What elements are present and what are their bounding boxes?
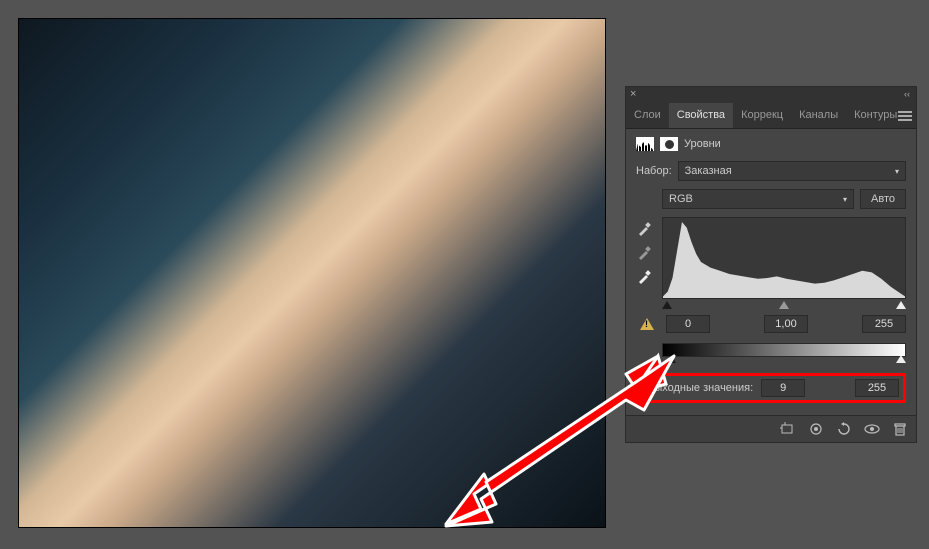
panel-menu-icon[interactable] [898, 109, 912, 121]
close-icon[interactable]: × [630, 88, 636, 100]
preset-value: Заказная [685, 165, 732, 177]
levels-icon [636, 137, 654, 151]
clip-to-layer-icon[interactable] [780, 422, 796, 436]
input-black-slider[interactable] [662, 301, 672, 309]
input-black-field[interactable]: 0 [666, 315, 710, 333]
input-values-row: 0 1,00 255 [640, 315, 906, 333]
trash-icon[interactable] [892, 422, 908, 436]
tab-layers[interactable]: Слои [626, 103, 669, 128]
preset-select[interactable]: Заказная ▾ [678, 161, 906, 181]
chevron-down-icon: ▾ [843, 195, 847, 204]
tab-channels[interactable]: Каналы [791, 103, 846, 128]
output-white-slider[interactable] [896, 355, 906, 363]
preset-label: Набор: [636, 165, 672, 177]
eyedropper-group [636, 217, 656, 299]
view-previous-icon[interactable] [808, 422, 824, 436]
channel-select[interactable]: RGB ▾ [662, 189, 854, 209]
adjustment-type-label: Уровни [684, 138, 721, 150]
visibility-icon[interactable] [864, 422, 880, 436]
tab-paths[interactable]: Контуры [846, 103, 905, 128]
panel-body: Уровни Набор: Заказная ▾ RGB ▾ Авто [626, 129, 916, 415]
channel-value: RGB [669, 193, 693, 205]
output-black-slider[interactable] [666, 355, 676, 363]
output-label: Выходные значения: [647, 382, 753, 394]
eyedropper-black-icon[interactable] [636, 221, 652, 237]
eyedropper-white-icon[interactable] [636, 269, 652, 285]
eyedropper-gray-icon[interactable] [636, 245, 652, 261]
panel-footer [626, 415, 916, 442]
output-gradient[interactable] [662, 343, 906, 357]
panel-tabs: Слои Свойства Коррекц Каналы Контуры [626, 103, 916, 129]
chevron-down-icon: ▾ [895, 167, 899, 176]
collapse-icon[interactable]: ‹‹ [904, 89, 910, 99]
input-gamma-slider[interactable] [779, 301, 789, 309]
canvas-area[interactable] [18, 18, 606, 528]
preset-row: Набор: Заказная ▾ [636, 161, 906, 181]
histogram-chart[interactable] [662, 217, 906, 299]
channel-row: RGB ▾ Авто [662, 189, 906, 209]
properties-panel: × ‹‹ Слои Свойства Коррекц Каналы Контур… [625, 86, 917, 443]
canvas-image [19, 19, 605, 527]
input-white-field[interactable]: 255 [862, 315, 906, 333]
input-sliders [662, 303, 906, 313]
panel-header-bar: × ‹‹ [626, 87, 916, 103]
input-gamma-field[interactable]: 1,00 [764, 315, 808, 333]
output-values-row: Выходные значения: 9 255 [640, 373, 906, 403]
adjustment-header: Уровни [636, 137, 906, 151]
histogram-area [636, 217, 906, 299]
output-white-field[interactable]: 255 [855, 379, 899, 397]
reset-icon[interactable] [836, 422, 852, 436]
mask-icon [660, 137, 678, 151]
tab-adjustments[interactable]: Коррекц [733, 103, 791, 128]
output-sliders [662, 357, 906, 367]
output-black-field[interactable]: 9 [761, 379, 805, 397]
warning-icon[interactable] [640, 318, 654, 330]
input-white-slider[interactable] [896, 301, 906, 309]
tab-properties[interactable]: Свойства [669, 103, 733, 128]
auto-button[interactable]: Авто [860, 189, 906, 209]
